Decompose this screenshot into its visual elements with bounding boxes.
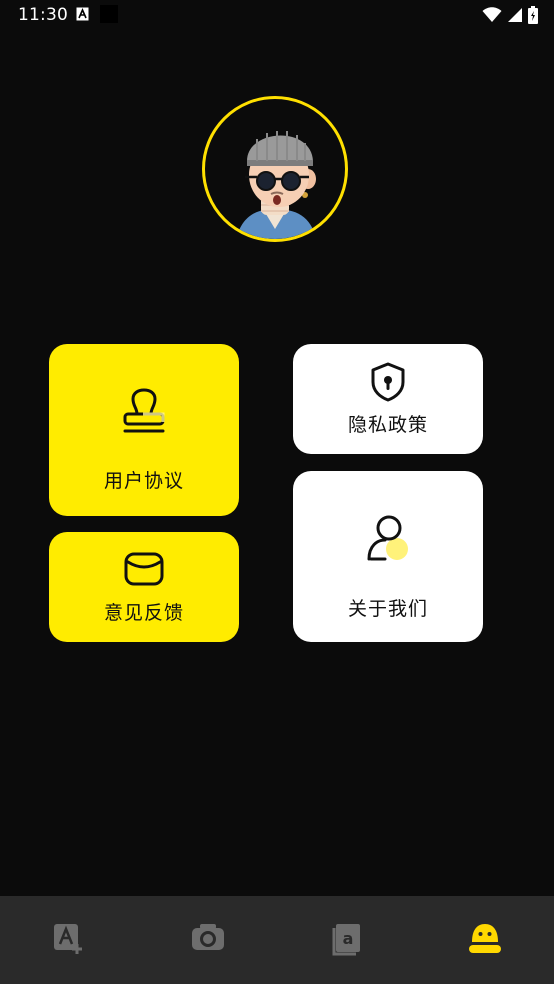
battery-icon — [528, 6, 538, 24]
shield-lock-icon — [371, 362, 405, 402]
feedback-label: 意见反馈 — [103, 602, 184, 624]
privacy-policy-card[interactable]: 隐私政策 — [293, 344, 483, 454]
envelope-icon — [124, 552, 164, 586]
person-icon — [367, 515, 408, 561]
status-bar: 11:30 — [0, 0, 554, 30]
book-icon: a — [332, 924, 361, 956]
status-time: 11:30 — [18, 5, 68, 25]
translate-add-icon — [54, 924, 83, 954]
privacy-policy-label: 隐私政策 — [347, 414, 428, 436]
feedback-card[interactable]: 意见反馈 — [49, 532, 239, 642]
about-us-label: 关于我们 — [347, 598, 428, 620]
nav-camera[interactable] — [139, 896, 278, 984]
nav-book[interactable]: a — [277, 896, 416, 984]
bottom-nav: a — [0, 896, 554, 984]
profile-face-icon — [468, 924, 501, 953]
status-right — [482, 6, 538, 24]
camera-icon — [191, 924, 224, 950]
about-us-card[interactable]: 关于我们 — [293, 471, 483, 642]
stamp-icon — [123, 388, 165, 433]
avatar-illustration — [236, 131, 316, 239]
signal-icon — [508, 8, 522, 22]
nav-translate[interactable] — [0, 896, 139, 984]
notification-a-icon — [76, 7, 89, 21]
wifi-icon — [482, 7, 502, 22]
nav-profile[interactable] — [416, 896, 554, 984]
user-agreement-label: 用户协议 — [103, 470, 184, 492]
profile-avatar[interactable] — [202, 96, 348, 242]
user-agreement-card[interactable]: 用户协议 — [49, 344, 239, 516]
app-black-square-icon — [100, 5, 118, 23]
svg-text:a: a — [343, 929, 354, 948]
